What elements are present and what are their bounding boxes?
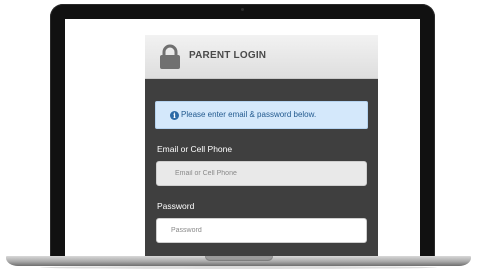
laptop-mockup: PARENT LOGIN i Please enter email & pass…: [0, 0, 477, 278]
laptop-base-notch: [205, 256, 273, 261]
login-title: PARENT LOGIN: [189, 50, 267, 61]
info-alert: i Please enter email & password below.: [155, 101, 368, 129]
lock-icon: [160, 44, 180, 69]
password-field[interactable]: [156, 218, 367, 243]
password-label: Password: [157, 201, 195, 211]
email-field[interactable]: [156, 161, 367, 186]
laptop-screen: PARENT LOGIN i Please enter email & pass…: [65, 19, 420, 258]
laptop-lid: PARENT LOGIN i Please enter email & pass…: [50, 4, 435, 258]
login-header: PARENT LOGIN: [145, 35, 378, 79]
camera-dot: [241, 8, 244, 11]
email-label: Email or Cell Phone: [157, 144, 233, 154]
info-message: Please enter email & password below.: [181, 110, 317, 119]
info-circle-icon: i: [170, 111, 179, 120]
parent-login-panel: PARENT LOGIN i Please enter email & pass…: [145, 35, 378, 258]
laptop-shadow: [40, 266, 437, 269]
